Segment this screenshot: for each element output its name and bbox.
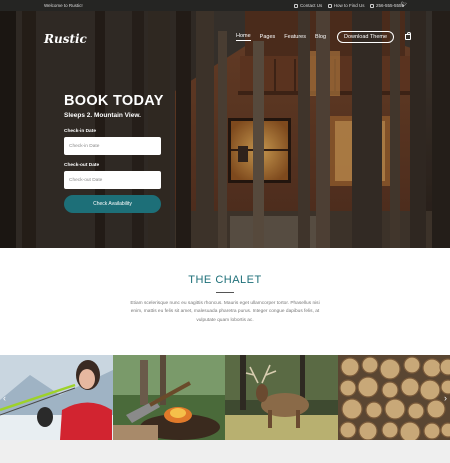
nav-item-pages[interactable]: Pages xyxy=(260,34,276,40)
booking-form: BOOK TODAY Sleeps 2. Mountain View. Chec… xyxy=(64,93,164,213)
checkout-label: Check-out Date xyxy=(64,163,100,168)
chevron-left-icon[interactable]: ‹ xyxy=(3,393,6,403)
cart-icon[interactable] xyxy=(405,32,412,40)
section-title: THE CHALET xyxy=(188,274,262,286)
find-us-link[interactable]: How to Find Us xyxy=(328,3,364,8)
gallery-strip xyxy=(0,355,450,440)
hero-section: Rustic Home Pages Features Blog Download… xyxy=(0,11,450,248)
top-bar: Welcome to Rustic! Contact Us How to Fin… xyxy=(0,0,450,11)
mail-icon xyxy=(294,3,299,8)
checkin-date-input[interactable]: Check-in Date xyxy=(64,137,161,155)
checkin-label: Check-in Date xyxy=(64,129,96,134)
booking-title: BOOK TODAY xyxy=(64,93,164,109)
footer-strip xyxy=(0,440,450,463)
download-theme-button[interactable]: Download Theme xyxy=(337,31,395,43)
checkout-date-input[interactable]: Check-out Date xyxy=(64,171,161,189)
chevron-right-icon[interactable]: › xyxy=(444,393,447,403)
contact-us-link[interactable]: Contact Us xyxy=(294,3,322,8)
gallery-image-axe[interactable] xyxy=(113,355,225,440)
gallery-image-elk[interactable] xyxy=(225,355,338,440)
chalet-section: THE CHALET Etiam scelerisque nunc eu sag… xyxy=(0,248,450,355)
welcome-text: Welcome to Rustic! xyxy=(44,3,83,8)
title-divider xyxy=(216,292,234,293)
contact-us-label: Contact Us xyxy=(299,3,323,8)
section-body: Etiam scelerisque nunc eu sagittis rhonc… xyxy=(130,301,320,323)
image-gallery: ‹ › xyxy=(0,355,450,440)
booking-subtitle: Sleeps 2. Mountain View. xyxy=(64,112,141,119)
gallery-image-firewood[interactable] xyxy=(338,355,450,440)
phone-icon xyxy=(370,3,375,8)
find-us-label: How to Find Us xyxy=(333,3,365,8)
nav-item-home[interactable]: Home xyxy=(236,33,251,41)
gallery-image-archer[interactable] xyxy=(0,355,113,440)
twitter-icon[interactable]: 🐦︎ xyxy=(401,2,407,8)
main-nav: Home Pages Features Blog Download Theme xyxy=(236,31,412,43)
top-contacts: Contact Us How to Find Us 256-555-5555 xyxy=(294,3,404,8)
nav-item-blog[interactable]: Blog xyxy=(315,34,326,40)
map-pin-icon xyxy=(328,3,333,8)
check-availability-button[interactable]: Check Availability xyxy=(64,195,161,213)
site-logo[interactable]: Rustic xyxy=(44,32,87,46)
phone-link[interactable]: 256-555-5555 xyxy=(370,3,404,8)
nav-item-features[interactable]: Features xyxy=(284,34,306,40)
